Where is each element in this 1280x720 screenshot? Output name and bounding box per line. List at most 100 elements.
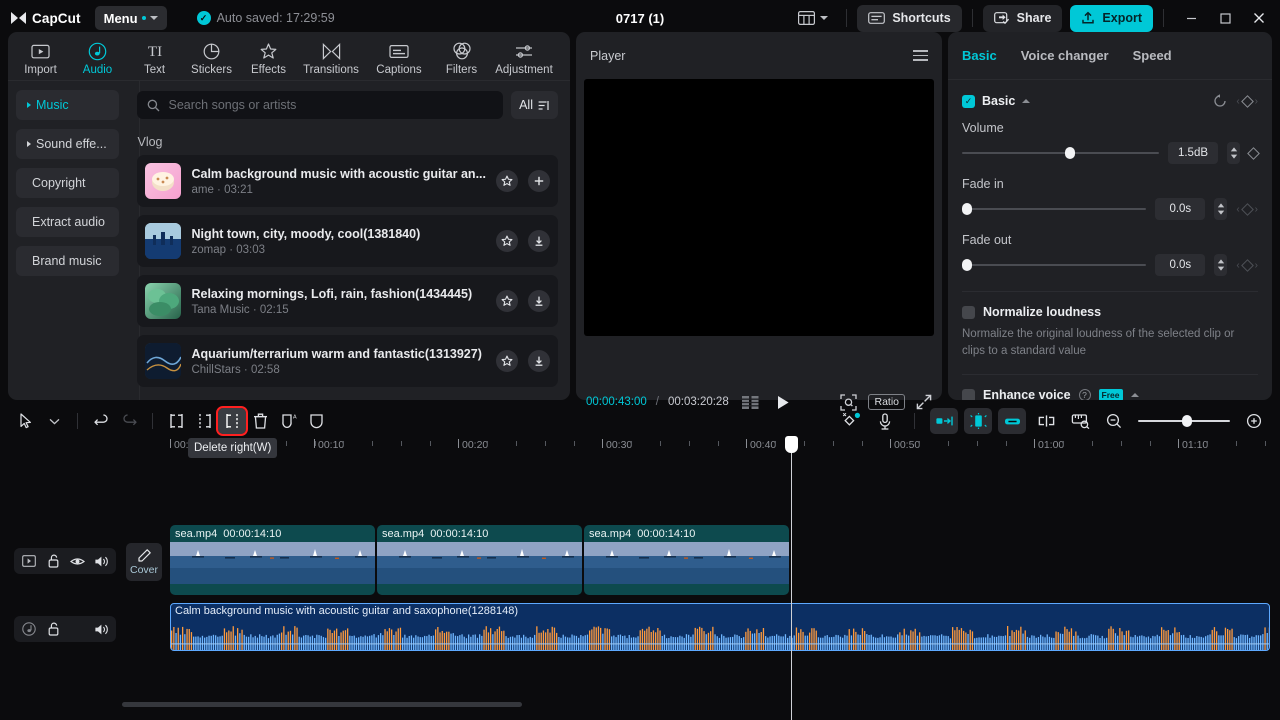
cover-button[interactable]: Cover — [126, 543, 162, 581]
fade-in-slider[interactable] — [962, 203, 1147, 215]
tab-effects[interactable]: Effects — [240, 36, 297, 76]
fade-out-slider[interactable] — [962, 259, 1147, 271]
tab-captions[interactable]: Captions — [365, 36, 433, 76]
list-item[interactable]: Calm background music with acoustic guit… — [137, 155, 558, 207]
record-voiceover-button[interactable] — [871, 408, 899, 434]
export-button[interactable]: Export — [1070, 4, 1153, 32]
link-clip-button[interactable] — [998, 408, 1026, 434]
zoom-out-button[interactable] — [1100, 408, 1128, 434]
slider-knob[interactable] — [962, 259, 972, 271]
video-clip[interactable]: sea.mp4 00:00:14:10 — [170, 525, 375, 595]
keyframe-diamond-icon[interactable] — [1240, 258, 1254, 272]
tab-text[interactable]: TI Text — [126, 36, 183, 76]
lock-icon[interactable] — [42, 550, 64, 572]
fade-out-stepper[interactable] — [1214, 254, 1228, 276]
volume-icon[interactable] — [90, 618, 112, 640]
favorite-button[interactable] — [496, 290, 518, 312]
hamburger-icon[interactable] — [913, 50, 928, 61]
keyframe-diamond-icon[interactable] — [1240, 94, 1254, 108]
close-button[interactable] — [1242, 3, 1276, 33]
video-clip[interactable]: sea.mp4 00:00:14:10 — [584, 525, 789, 595]
slider-knob[interactable] — [1182, 415, 1192, 427]
slider-knob[interactable] — [1065, 147, 1076, 159]
ai-mask-button[interactable]: AI — [274, 408, 302, 434]
search-input[interactable] — [168, 98, 494, 112]
split-button[interactable] — [162, 408, 190, 434]
tab-basic[interactable]: Basic — [962, 48, 997, 63]
playhead-handle[interactable] — [785, 436, 798, 453]
category-sound-effects[interactable]: Sound effe... — [16, 129, 120, 159]
normalize-loudness-row[interactable]: Normalize loudness — [962, 305, 1258, 319]
download-button[interactable] — [528, 230, 550, 252]
video-clip[interactable]: sea.mp4 00:00:14:10 — [377, 525, 582, 595]
timeline-ruler[interactable]: 00:00 00:10 00:20 00:30 00:40 00:50 01:0… — [122, 438, 1280, 458]
volume-slider[interactable] — [962, 147, 1159, 159]
timeline-scrollbar[interactable] — [122, 702, 522, 707]
reset-icon[interactable] — [1213, 94, 1227, 108]
help-icon[interactable]: ? — [1078, 389, 1091, 400]
favorite-button[interactable] — [496, 230, 518, 252]
chevron-up-icon[interactable] — [1130, 393, 1139, 398]
download-button[interactable] — [528, 350, 550, 372]
enhance-voice-row[interactable]: Enhance voice ? Free — [962, 388, 1258, 400]
category-brand-music[interactable]: Brand music — [16, 246, 120, 276]
select-dropdown-button[interactable] — [40, 408, 68, 434]
select-tool-button[interactable] — [12, 408, 40, 434]
add-to-timeline-button[interactable] — [528, 170, 550, 192]
filter-all-button[interactable]: All — [511, 91, 558, 119]
lock-icon[interactable] — [42, 618, 64, 640]
fade-out-value[interactable]: 0.0s — [1155, 254, 1206, 276]
keyframe-control[interactable]: ‹ › — [1236, 94, 1258, 108]
maximize-button[interactable] — [1208, 3, 1242, 33]
share-button[interactable]: Share — [982, 4, 1063, 32]
tab-speed[interactable]: Speed — [1133, 48, 1172, 63]
redo-button[interactable] — [115, 408, 143, 434]
category-music[interactable]: Music — [16, 90, 120, 120]
tab-voice-changer[interactable]: Voice changer — [1021, 48, 1109, 63]
volume-keyframe-icon[interactable] — [1247, 146, 1260, 160]
video-preview-stage[interactable] — [584, 79, 934, 336]
tab-stickers[interactable]: Stickers — [183, 36, 240, 76]
basic-checkbox[interactable]: ✓ — [962, 94, 975, 108]
download-button[interactable] — [528, 290, 550, 312]
fade-in-value[interactable]: 0.0s — [1155, 198, 1206, 220]
auto-cut-button[interactable] — [930, 408, 958, 434]
favorite-button[interactable] — [496, 170, 518, 192]
delete-button[interactable] — [246, 408, 274, 434]
search-box[interactable] — [137, 91, 504, 119]
align-clip-button[interactable] — [1032, 408, 1060, 434]
enhance-voice-checkbox[interactable] — [962, 388, 975, 400]
auto-effects-button[interactable] — [837, 408, 865, 434]
category-extract-audio[interactable]: Extract audio — [16, 207, 120, 237]
minimize-button[interactable] — [1174, 3, 1208, 33]
undo-button[interactable] — [87, 408, 115, 434]
menu-button[interactable]: Menu — [94, 6, 167, 30]
volume-stepper[interactable] — [1227, 142, 1240, 164]
tab-transitions[interactable]: Transitions — [297, 36, 365, 76]
fade-in-stepper[interactable] — [1214, 198, 1228, 220]
list-item[interactable]: Relaxing mornings, Lofi, rain, fashion(1… — [137, 275, 558, 327]
fade-in-keyframe[interactable]: ‹ › — [1236, 202, 1258, 216]
timeline-zoom-slider[interactable] — [1138, 415, 1230, 427]
chevron-up-icon[interactable] — [1022, 99, 1031, 103]
tab-audio[interactable]: Audio — [69, 36, 126, 76]
list-item[interactable]: Aquarium/terrarium warm and fantastic(13… — [137, 335, 558, 387]
smart-edit-button[interactable] — [964, 408, 992, 434]
category-copyright[interactable]: Copyright — [16, 168, 120, 198]
eye-icon[interactable] — [66, 550, 88, 572]
list-item[interactable]: Night town, city, moody, cool(1381840) z… — [137, 215, 558, 267]
slider-knob[interactable] — [962, 203, 972, 215]
volume-icon[interactable] — [90, 550, 112, 572]
audio-clip[interactable]: Calm background music with acoustic guit… — [170, 603, 1270, 651]
tab-filters[interactable]: Filters — [433, 36, 490, 76]
tab-import[interactable]: Import — [12, 36, 69, 76]
mask-button[interactable] — [302, 408, 330, 434]
zoom-in-button[interactable] — [1240, 408, 1268, 434]
measure-button[interactable] — [1066, 408, 1094, 434]
volume-value[interactable]: 1.5dB — [1168, 142, 1218, 164]
normalize-loudness-checkbox[interactable] — [962, 305, 975, 319]
layout-button[interactable] — [790, 7, 836, 29]
keyframe-diamond-icon[interactable] — [1240, 202, 1254, 216]
shortcuts-button[interactable]: Shortcuts — [857, 4, 962, 32]
tab-adjustment[interactable]: Adjustment — [490, 36, 558, 76]
